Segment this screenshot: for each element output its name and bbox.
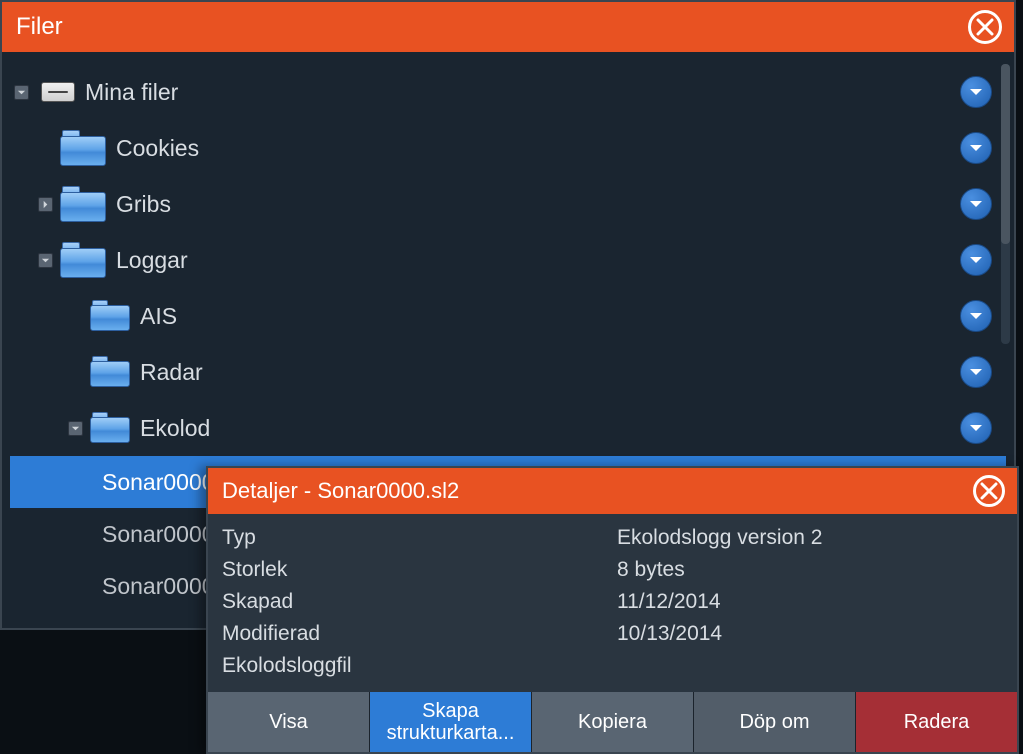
details-type-value: Ekolodslogg version 2 [617, 522, 822, 554]
filer-title: Filer [16, 13, 63, 41]
folder-icon [60, 186, 106, 222]
tree-item-label: Sonar0000 [102, 573, 215, 600]
rename-button[interactable]: Döp om [694, 692, 856, 752]
tree-item-cookies[interactable]: Cookies [10, 120, 1006, 176]
tree-item-label: Mina filer [85, 79, 178, 106]
chevron-down-icon[interactable] [960, 76, 992, 108]
chevron-down-icon[interactable] [960, 300, 992, 332]
close-icon[interactable] [968, 10, 1002, 44]
tree-item-label: Sonar0000 [102, 469, 215, 496]
collapse-icon[interactable] [14, 85, 29, 100]
tree-item-label: AIS [140, 303, 177, 330]
tree-item-label: Loggar [116, 247, 188, 274]
details-title: Detaljer - Sonar0000.sl2 [222, 478, 459, 504]
tree-item-label: Cookies [116, 135, 199, 162]
details-modified-label: Modifierad [222, 618, 617, 650]
details-panel: Detaljer - Sonar0000.sl2 TypEkolodslogg … [206, 466, 1019, 754]
delete-button[interactable]: Radera [856, 692, 1017, 752]
tree-item-gribs[interactable]: Gribs [10, 176, 1006, 232]
chevron-down-icon[interactable] [960, 132, 992, 164]
tree-item-ekolod[interactable]: Ekolod [10, 400, 1006, 456]
chevron-down-icon[interactable] [960, 356, 992, 388]
details-size-label: Storlek [222, 554, 617, 586]
tree-item-label: Radar [140, 359, 203, 386]
folder-icon [90, 412, 130, 444]
details-modified-value: 10/13/2014 [617, 618, 722, 650]
details-created-value: 11/12/2014 [617, 586, 721, 618]
tree-item-label: Gribs [116, 191, 171, 218]
folder-icon [90, 356, 130, 388]
folder-icon [60, 130, 106, 166]
details-size-value: 8 bytes [617, 554, 685, 586]
tree-item-label: Ekolod [140, 415, 210, 442]
details-title-bar: Detaljer - Sonar0000.sl2 [208, 468, 1017, 514]
expand-icon[interactable] [38, 197, 53, 212]
folder-icon [60, 242, 106, 278]
chevron-down-icon[interactable] [960, 188, 992, 220]
filer-title-bar: Filer [2, 2, 1014, 52]
tree-item-radar[interactable]: Radar [10, 344, 1006, 400]
chevron-down-icon[interactable] [960, 412, 992, 444]
drive-icon [41, 82, 75, 102]
chevron-down-icon[interactable] [960, 244, 992, 276]
folder-icon [90, 300, 130, 332]
tree-item-loggar[interactable]: Loggar [10, 232, 1006, 288]
create-map-button[interactable]: Skapa strukturkarta... [370, 692, 532, 752]
close-icon[interactable] [973, 475, 1005, 507]
tree-item-root[interactable]: Mina filer [10, 64, 1006, 120]
details-type-label: Typ [222, 522, 617, 554]
details-extra-label: Ekolodsloggfil [222, 650, 1003, 682]
view-button[interactable]: Visa [208, 692, 370, 752]
details-body: TypEkolodslogg version 2 Storlek8 bytes … [208, 514, 1017, 692]
collapse-icon[interactable] [38, 253, 53, 268]
details-created-label: Skapad [222, 586, 617, 618]
collapse-icon[interactable] [68, 421, 83, 436]
copy-button[interactable]: Kopiera [532, 692, 694, 752]
details-button-bar: Visa Skapa strukturkarta... Kopiera Döp … [208, 692, 1017, 752]
tree-item-label: Sonar0000 [102, 521, 215, 548]
tree-item-ais[interactable]: AIS [10, 288, 1006, 344]
